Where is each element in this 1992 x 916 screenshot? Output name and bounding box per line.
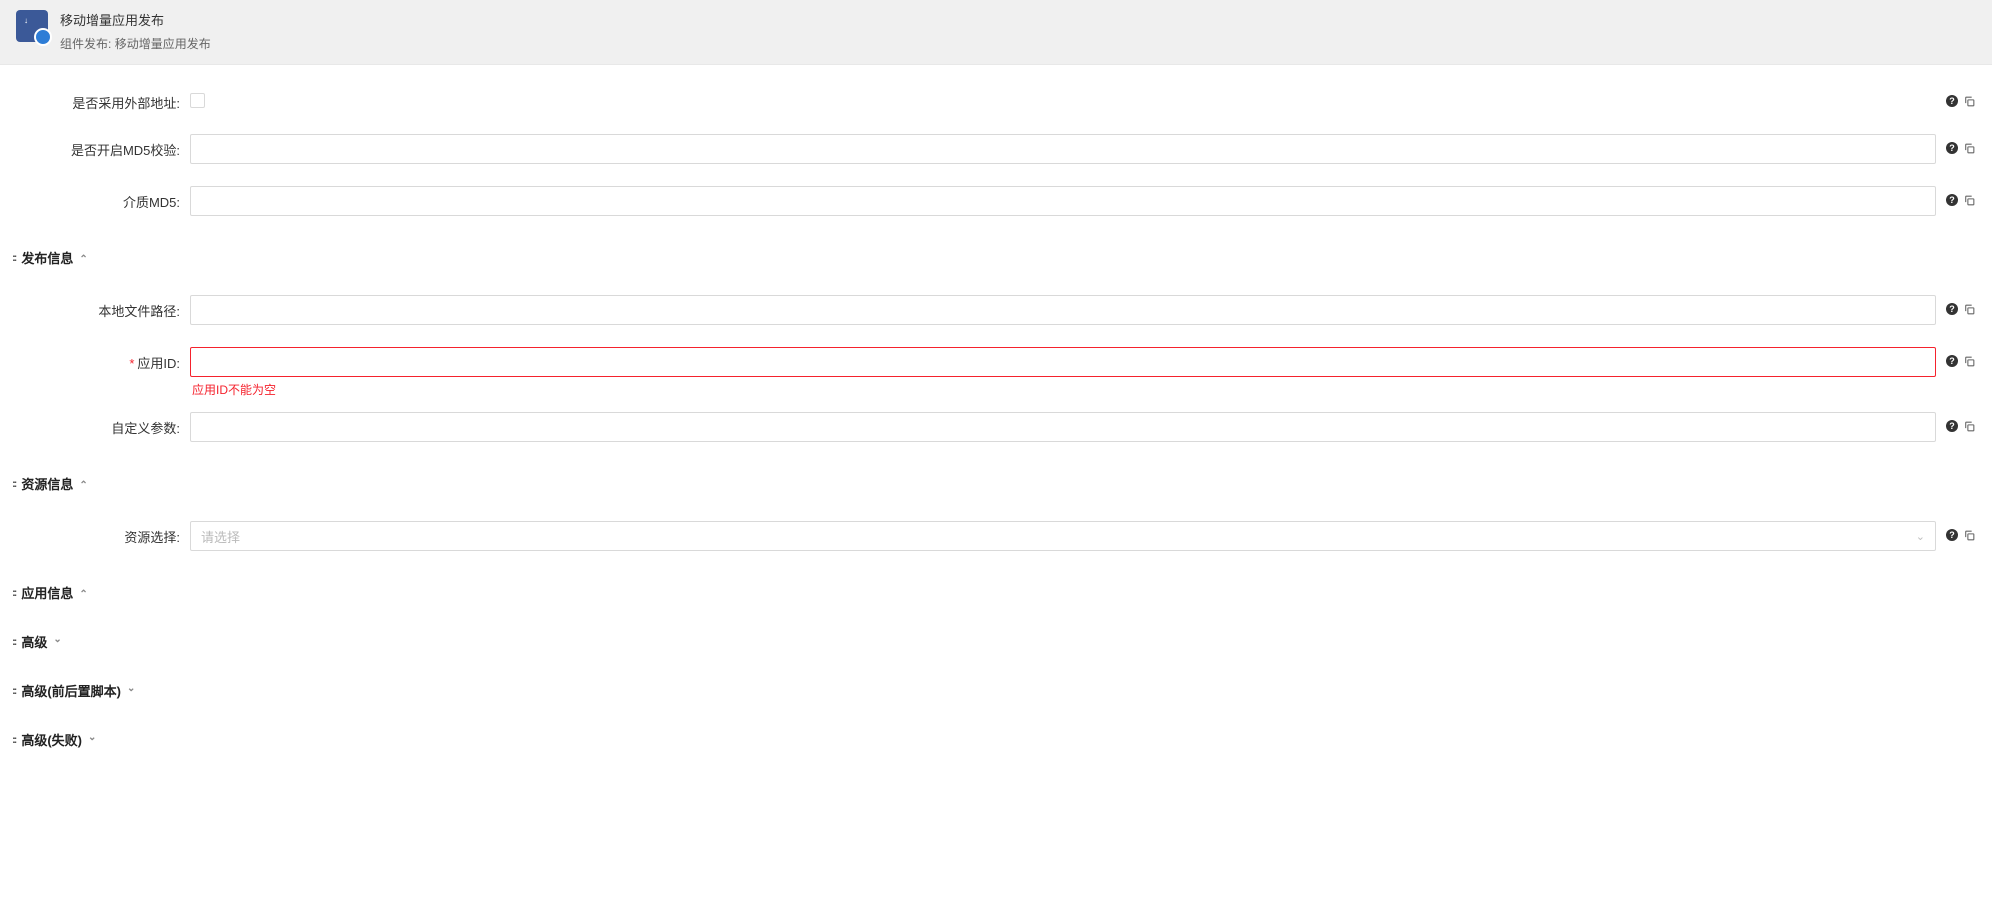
help-icon[interactable]: ?	[1946, 95, 1958, 107]
help-icon[interactable]: ?	[1946, 420, 1958, 432]
section-advanced[interactable]: :: 高级	[12, 626, 1980, 657]
section-title: 高级(失败)	[21, 730, 82, 749]
label-app-id: 应用ID:	[12, 347, 190, 372]
help-icon[interactable]: ?	[1946, 529, 1958, 541]
section-title: 应用信息	[21, 583, 73, 602]
label-resource-select: 资源选择:	[12, 521, 190, 546]
copy-icon[interactable]	[1962, 419, 1976, 433]
section-advanced-fail[interactable]: :: 高级(失败)	[12, 724, 1980, 755]
input-app-id[interactable]	[190, 347, 1936, 377]
section-publish-info[interactable]: :: 发布信息	[12, 242, 1980, 273]
help-icon[interactable]: ?	[1946, 355, 1958, 367]
help-icon[interactable]: ?	[1946, 303, 1958, 315]
copy-icon[interactable]	[1962, 94, 1976, 108]
chevron-down-icon	[88, 734, 96, 745]
checkbox-external-address[interactable]	[190, 93, 205, 108]
copy-icon[interactable]	[1962, 528, 1976, 542]
help-icon[interactable]: ?	[1946, 194, 1958, 206]
drag-handle-icon[interactable]: ::	[12, 478, 15, 490]
row-media-md5: 介质MD5: ?	[12, 186, 1980, 216]
row-custom-params: 自定义参数: ?	[12, 412, 1980, 442]
drag-handle-icon[interactable]: ::	[12, 734, 15, 746]
chevron-up-icon	[79, 587, 87, 598]
input-local-path[interactable]	[190, 295, 1936, 325]
error-app-id: 应用ID不能为空	[190, 381, 1936, 398]
drag-handle-icon[interactable]: ::	[12, 685, 15, 697]
copy-icon[interactable]	[1962, 354, 1976, 368]
copy-icon[interactable]	[1962, 193, 1976, 207]
section-title: 发布信息	[21, 248, 73, 267]
row-md5-check: 是否开启MD5校验: ?	[12, 134, 1980, 164]
label-md5-check: 是否开启MD5校验:	[12, 134, 190, 159]
page-header: ↓ 移动增量应用发布 组件发布: 移动增量应用发布	[0, 0, 1992, 65]
drag-handle-icon[interactable]: ::	[12, 636, 15, 648]
row-local-path: 本地文件路径: ?	[12, 295, 1980, 325]
section-app-info[interactable]: :: 应用信息	[12, 577, 1980, 608]
label-custom-params: 自定义参数:	[12, 412, 190, 437]
select-resource[interactable]: 请选择 ⌄	[190, 521, 1936, 551]
input-md5-check[interactable]	[190, 134, 1936, 164]
row-resource-select: 资源选择: 请选择 ⌄ ?	[12, 521, 1980, 551]
section-title: 高级	[21, 632, 47, 651]
label-media-md5: 介质MD5:	[12, 186, 190, 211]
section-title: 高级(前后置脚本)	[21, 681, 121, 700]
section-advanced-scripts[interactable]: :: 高级(前后置脚本)	[12, 675, 1980, 706]
copy-icon[interactable]	[1962, 141, 1976, 155]
chevron-down-icon: ⌄	[1916, 530, 1925, 543]
help-icon[interactable]: ?	[1946, 142, 1958, 154]
section-title: 资源信息	[21, 474, 73, 493]
chevron-down-icon	[53, 636, 61, 647]
input-media-md5[interactable]	[190, 186, 1936, 216]
select-placeholder: 请选择	[201, 527, 240, 546]
app-icon: ↓	[16, 10, 48, 42]
chevron-down-icon	[127, 685, 135, 696]
page-title: 移动增量应用发布	[60, 10, 211, 29]
copy-icon[interactable]	[1962, 302, 1976, 316]
drag-handle-icon[interactable]: ::	[12, 587, 15, 599]
chevron-up-icon	[79, 252, 87, 263]
chevron-up-icon	[79, 478, 87, 489]
section-resource-info[interactable]: :: 资源信息	[12, 468, 1980, 499]
label-external-address: 是否采用外部地址:	[12, 87, 190, 112]
row-app-id: 应用ID: 应用ID不能为空 ?	[12, 347, 1980, 398]
row-external-address: 是否采用外部地址: ?	[12, 87, 1980, 112]
page-subtitle: 组件发布: 移动增量应用发布	[60, 35, 211, 52]
label-local-path: 本地文件路径:	[12, 295, 190, 320]
input-custom-params[interactable]	[190, 412, 1936, 442]
drag-handle-icon[interactable]: ::	[12, 252, 15, 264]
